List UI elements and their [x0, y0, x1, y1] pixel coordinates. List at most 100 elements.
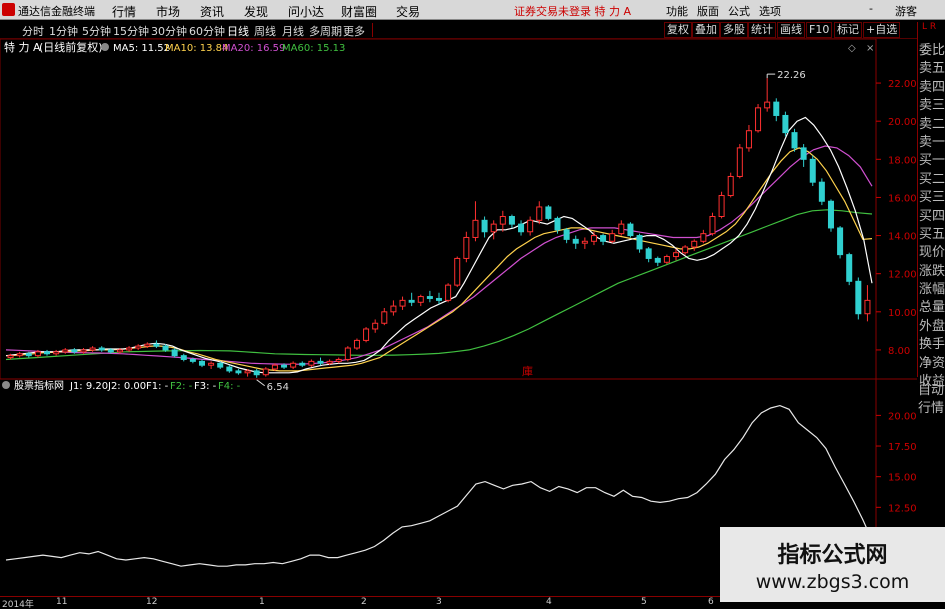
candle-body: [818, 181, 825, 202]
quote-button[interactable]: 行情: [917, 400, 945, 418]
chart-stock-name: 特 力 A: [4, 40, 41, 54]
candle-body: [363, 328, 370, 341]
period-multi[interactable]: 多周期: [309, 23, 342, 39]
chart-mode: (日线前复权): [39, 40, 103, 54]
time-tick: 12: [146, 597, 158, 607]
draw-line-button[interactable]: 画线: [777, 22, 805, 38]
guest-button[interactable]: 游客: [895, 3, 917, 19]
candle-body: [764, 101, 771, 109]
price-axis: 22.00 20.00 18.00 16.00 14.00 12.00 10.00 8.00: [876, 79, 917, 357]
auto-button[interactable]: 自动: [917, 382, 945, 400]
candle-body: [271, 364, 278, 370]
candle-body: [107, 349, 114, 353]
period-15min[interactable]: 15分钟: [113, 23, 149, 39]
quote-field-label: 买一: [919, 153, 945, 169]
quote-field-label: 外盘: [919, 318, 945, 334]
f10-button[interactable]: F10: [806, 22, 833, 38]
quote-field-label: 涨跌: [919, 263, 945, 279]
add-watchlist-button[interactable]: +自选: [863, 22, 901, 38]
mark-button[interactable]: 标记: [834, 22, 862, 38]
overlay-button[interactable]: 叠加: [692, 22, 720, 38]
app-logo-icon: [2, 3, 15, 16]
candle-body: [791, 132, 798, 149]
quote-field-label: 卖三: [919, 98, 945, 114]
menu-layout[interactable]: 版面: [697, 3, 719, 19]
candle-body: [609, 233, 616, 242]
candle-body: [682, 246, 689, 254]
multi-stock-button[interactable]: 多股: [720, 22, 748, 38]
candle-body: [353, 339, 360, 349]
price-tick-label: 12.00: [888, 270, 917, 281]
candle-body: [217, 362, 224, 368]
quote-field-label: 卖一: [919, 134, 945, 150]
candle-body: [80, 349, 87, 353]
time-axis: 2014年 11 12 1 2 3 4 5 6: [0, 596, 720, 609]
candle-body: [180, 355, 187, 360]
indicator-f4: F4: -: [218, 381, 241, 392]
high-price-label: 22.26: [777, 70, 806, 81]
stats-button[interactable]: 统计: [748, 22, 776, 38]
menu-market[interactable]: 市场: [156, 3, 180, 20]
candle-body: [71, 349, 78, 353]
candle-body: [308, 360, 315, 366]
chart-close-icon[interactable]: ×: [866, 43, 874, 54]
period-1min[interactable]: 1分钟: [49, 23, 78, 39]
candle-body: [736, 147, 743, 177]
candle-body: [563, 229, 570, 240]
period-intraday[interactable]: 分时: [22, 23, 44, 39]
period-daily[interactable]: 日线: [227, 23, 249, 39]
login-status: 证券交易未登录 特 力 A: [514, 5, 632, 18]
menu-discover[interactable]: 发现: [244, 3, 268, 20]
period-5min[interactable]: 5分钟: [82, 23, 111, 39]
candle-body: [627, 223, 634, 237]
menu-options[interactable]: 选项: [759, 3, 781, 19]
candle-body: [846, 254, 853, 282]
menu-function[interactable]: 功能: [666, 3, 688, 19]
menu-trade[interactable]: 交易: [396, 3, 420, 20]
menu-news[interactable]: 资讯: [200, 3, 224, 20]
candle-body: [618, 223, 625, 235]
settings-gear-icon[interactable]: [101, 43, 109, 51]
time-tick: 4: [546, 597, 552, 607]
candle-body: [417, 296, 424, 303]
candle-body: [98, 347, 105, 351]
indicator-f3: F3: -: [194, 381, 217, 392]
chart-collapse-icon[interactable]: ◇: [848, 43, 856, 54]
candle-body: [545, 206, 552, 219]
menu-wealth[interactable]: 财富圈: [341, 3, 377, 20]
kline-chart-area[interactable]: 特 力 A (日线前复权) MA5: 11.52 MA10: 13.84 MA2…: [0, 39, 917, 596]
price-tick-label: 20.00: [888, 117, 917, 128]
period-weekly[interactable]: 周线: [254, 23, 276, 39]
candle-body: [326, 360, 333, 364]
candle-body: [281, 364, 288, 368]
menu-quotes[interactable]: 行情: [112, 3, 136, 20]
price-tick-label: 14.00: [888, 232, 917, 243]
candle-body: [718, 195, 725, 217]
menu-formula[interactable]: 公式: [728, 3, 750, 19]
candle-body: [663, 256, 670, 263]
period-60min[interactable]: 60分钟: [189, 23, 225, 39]
period-monthly[interactable]: 月线: [282, 23, 304, 39]
period-toolbar: 分时 1分钟 5分钟 15分钟 30分钟 60分钟 日线 周线 月线 多周期 更…: [0, 21, 945, 39]
candle-body: [691, 240, 698, 248]
period-30min[interactable]: 30分钟: [151, 23, 187, 39]
candle-body: [144, 343, 151, 347]
candle-body: [408, 299, 415, 303]
price-tick-label: 10.00: [888, 308, 917, 319]
candle-body: [800, 147, 807, 160]
minimize-icon[interactable]: -: [864, 1, 878, 17]
quote-field-label: 委比: [919, 43, 945, 58]
period-more[interactable]: 更多: [343, 23, 365, 39]
quote-field-label: 卖二: [919, 116, 945, 132]
adjust-button[interactable]: 复权: [664, 22, 692, 38]
candle-body: [745, 130, 752, 149]
indicator-tick-label: 17.50: [888, 442, 917, 453]
indicator-gear-icon[interactable]: [2, 381, 10, 389]
candle-body: [445, 284, 452, 301]
app-title: 通达信金融终端: [18, 5, 95, 18]
candle-body: [44, 351, 51, 355]
candle-body: [253, 370, 260, 376]
menu-xiaoda[interactable]: 问小达: [288, 3, 324, 20]
candle-body: [426, 296, 433, 299]
candle-body: [654, 257, 661, 263]
